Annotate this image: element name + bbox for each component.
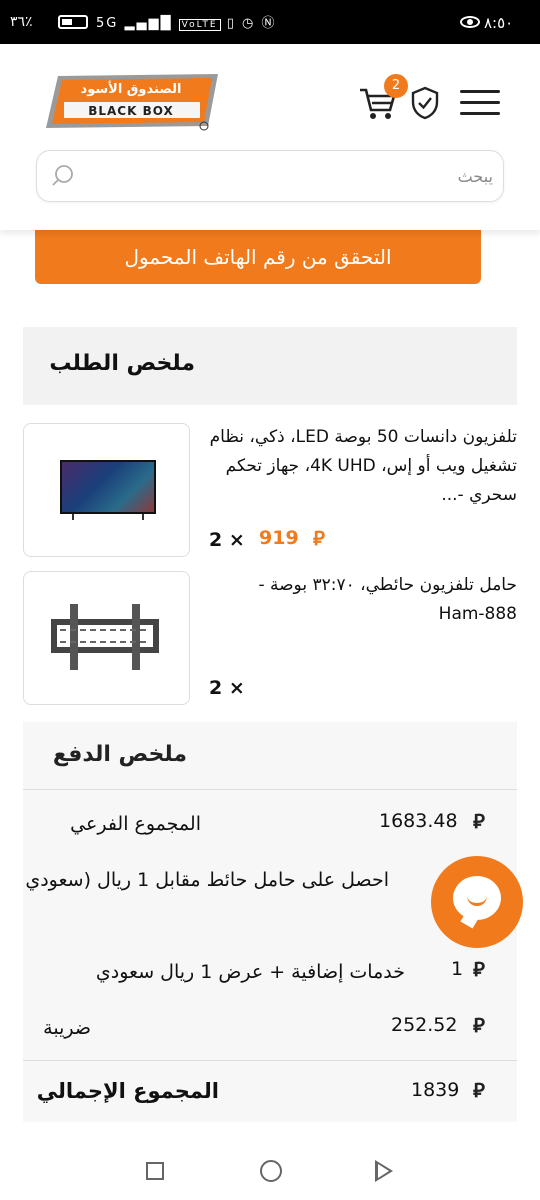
extra-services-value: 1 (451, 958, 464, 980)
riyal-icon: ⃁ (473, 1078, 485, 1102)
battery-icon (58, 15, 88, 29)
tax-row: ضريبة 252.52 ⃁ (23, 1012, 517, 1052)
payment-summary-header: ملخص الدفع (23, 722, 517, 790)
subtotal-label: المجموع الفرعي (70, 813, 201, 835)
clock: ٨:٥٠ (484, 14, 514, 32)
chat-button[interactable] (431, 856, 523, 948)
tax-value: 252.52 (391, 1014, 458, 1036)
offer-label: احصل على حامل حائط مقابل 1 ريال (سعودي (25, 869, 389, 891)
search-bar (36, 150, 504, 202)
extra-services-label: خدمات إضافية + عرض 1 ريال سعودي (95, 961, 405, 983)
search-icon[interactable] (51, 164, 75, 188)
network-label: 5G (96, 16, 119, 31)
subtotal-value: 1683.48 (379, 810, 458, 832)
extra-services-row: خدمات إضافية + عرض 1 ريال سعودي 1 ⃁ (23, 956, 517, 996)
tv-stand (68, 514, 148, 520)
eye-icon (460, 16, 480, 28)
verify-phone-button[interactable]: التحقق من رقم الهاتف المحمول (35, 230, 481, 284)
total-label: المجموع الإجمالي (36, 1079, 219, 1103)
payment-summary-title: ملخص الدفع (52, 742, 187, 767)
product-quantity: 2 × (209, 529, 245, 551)
back-icon[interactable] (375, 1160, 393, 1182)
status-bar: ٣٦٪ 5G ▂▄▆█ VoLTE ▯ ◷ Ⓝ ٨:٥٠ (0, 0, 540, 44)
status-icons: 5G ▂▄▆█ VoLTE ▯ ◷ Ⓝ (96, 12, 277, 31)
logo-shape (46, 74, 218, 131)
order-summary-title: ملخص الطلب (49, 351, 195, 376)
product-price: 919 (259, 527, 299, 549)
product-name[interactable]: حامل تلفزيون حائطي، ٣٢:٧٠ بوصة - Ham-888 (209, 571, 517, 629)
product-quantity: 2 × (209, 677, 245, 699)
home-icon[interactable] (260, 1160, 282, 1182)
logo-text-arabic: الصندوق الأسود (80, 82, 182, 97)
tax-label: ضريبة (43, 1017, 91, 1039)
riyal-icon: ⃁ (473, 1013, 485, 1037)
brand-logo[interactable] (44, 72, 220, 132)
system-nav-bar (0, 1140, 540, 1200)
subtotal-row: المجموع الفرعي 1683.48 ⃁ (23, 808, 517, 848)
tv-image (60, 460, 156, 514)
riyal-icon: ⃁ (473, 809, 485, 833)
product-thumbnail[interactable] (23, 423, 190, 557)
order-item: تلفزيون دانسات 50 بوصة LED، ذكي، نظام تش… (23, 423, 517, 557)
signal-icon: ▂▄▆█ (124, 16, 173, 31)
vibrate-icon: ▯ (226, 16, 236, 31)
alarm-icon: ◷ (242, 16, 256, 31)
wall-mount-image (51, 604, 159, 670)
search-input[interactable] (93, 151, 493, 201)
recent-apps-icon[interactable] (146, 1162, 164, 1180)
product-name[interactable]: تلفزيون دانسات 50 بوصة LED، ذكي، نظام تش… (209, 423, 517, 510)
order-summary-header: ملخص الطلب (23, 327, 517, 405)
site-header: الصندوق الأسود BLACK BOX 2 (0, 44, 540, 230)
menu-icon[interactable] (460, 90, 500, 116)
shield-check-icon[interactable] (410, 86, 440, 120)
total-row: المجموع الإجمالي 1839 ⃁ (23, 1060, 517, 1122)
riyal-icon: ⃁ (473, 957, 485, 981)
nfc-icon: Ⓝ (261, 16, 277, 31)
volte-label: VoLTE (178, 19, 221, 31)
total-value: 1839 (411, 1079, 460, 1101)
product-thumbnail[interactable] (23, 571, 190, 705)
battery-percent: ٣٦٪ (10, 14, 33, 30)
riyal-icon: ⃁ (313, 526, 325, 550)
order-item: حامل تلفزيون حائطي، ٣٢:٧٠ بوصة - Ham-888… (23, 571, 517, 705)
cart-count-badge: 2 (384, 74, 408, 98)
logo-text-english: BLACK BOX (88, 104, 174, 118)
